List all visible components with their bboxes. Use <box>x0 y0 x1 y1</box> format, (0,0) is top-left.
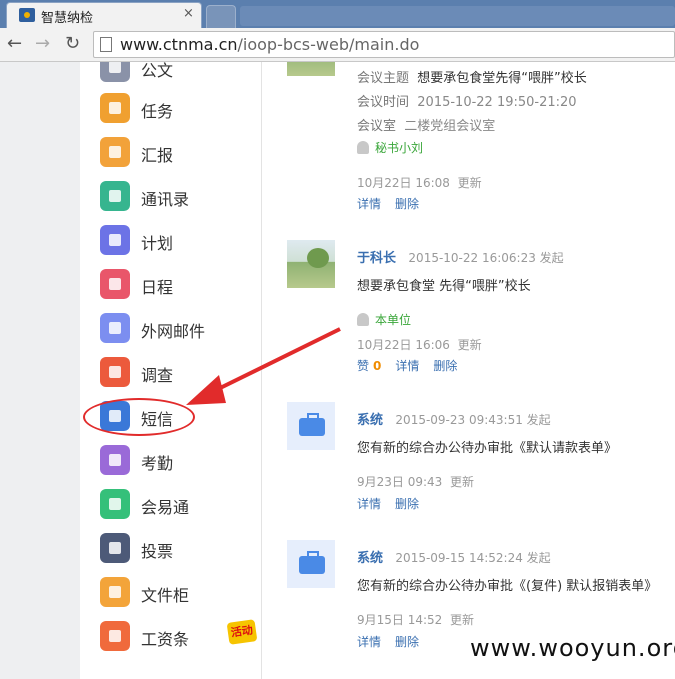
update-label: 更新 <box>457 176 482 190</box>
url-text[interactable]: www.ctnma.cn/ioop-bcs-web/main.do <box>120 35 419 54</box>
post-time: 2015-10-22 16:06:23 发起 <box>408 251 564 265</box>
update-time: 9月15日 14:52 <box>357 613 443 627</box>
action-row: 详情 删除 <box>357 633 433 650</box>
update-label: 更新 <box>449 613 474 627</box>
user-avatar <box>287 62 335 76</box>
action-row: 详情 删除 <box>357 195 433 212</box>
delete-link[interactable]: 删除 <box>395 197 419 211</box>
visibility-row: 秘书小刘 <box>357 139 423 156</box>
briefcase-icon <box>299 551 325 574</box>
room-label: 会议室 <box>357 119 397 134</box>
tab-title: 智慧纳检 <box>41 11 94 26</box>
post-time: 2015-09-23 09:43:51 发起 <box>395 413 551 427</box>
action-row: 赞 0 详情 删除 <box>357 357 471 374</box>
address-bar[interactable]: www.ctnma.cn/ioop-bcs-web/main.do <box>93 31 675 58</box>
meeting-room-row: 会议室 二楼党组会议室 <box>357 115 495 134</box>
post-header: 系统 2015-09-23 09:43:51 发起 <box>357 409 551 428</box>
new-tab-button[interactable] <box>206 5 236 28</box>
time-label: 会议时间 <box>357 95 410 110</box>
active-tab[interactable]: 智慧纳检 × <box>6 2 202 28</box>
post-time: 2015-09-15 14:52:24 发起 <box>395 551 551 565</box>
page-content: 公文 任务 汇报 通讯录 计划 日程 外网邮件 调查 短信 考勤 会易通 投票 … <box>0 62 675 679</box>
back-arrow-icon[interactable]: ← <box>7 33 22 55</box>
post-header: 系统 2015-09-15 14:52:24 发起 <box>357 547 551 566</box>
reload-icon[interactable]: ↻ <box>65 33 80 55</box>
system-avatar <box>287 540 335 588</box>
post-content: 您有新的综合办公待办审批《(复件) 默认报销表单》 <box>357 579 658 594</box>
browser-toolbar: ← → ↻ www.ctnma.cn/ioop-bcs-web/main.do <box>0 28 675 62</box>
details-link[interactable]: 详情 <box>357 635 381 649</box>
update-label: 更新 <box>449 475 474 489</box>
briefcase-icon <box>299 413 325 436</box>
blurred-tab-area <box>240 6 675 26</box>
topic-value: 想要承包食堂先得“喂胖”校长 <box>417 71 587 86</box>
visibility-scope[interactable]: 秘书小刘 <box>375 141 423 155</box>
site-favicon-icon <box>19 8 35 22</box>
update-row: 9月23日 09:43 更新 <box>357 473 474 490</box>
update-time: 10月22日 16:06 <box>357 338 450 352</box>
author-name[interactable]: 系统 <box>357 551 383 566</box>
meeting-time-row: 会议时间 2015-10-22 19:50-21:20 <box>357 91 577 110</box>
topic-label: 会议主题 <box>357 71 410 86</box>
details-link[interactable]: 详情 <box>395 359 419 373</box>
tab-close-icon[interactable]: × <box>183 6 194 21</box>
meeting-topic-row: 会议主题 想要承包食堂先得“喂胖”校长 <box>357 67 587 86</box>
person-icon <box>357 313 369 326</box>
person-icon <box>357 141 369 154</box>
visibility-row: 本单位 <box>357 311 411 328</box>
update-time: 9月23日 09:43 <box>357 475 443 489</box>
update-time: 10月22日 16:08 <box>357 176 450 190</box>
delete-link[interactable]: 删除 <box>433 359 457 373</box>
action-row: 详情 删除 <box>357 495 433 512</box>
activity-feed: 会议主题 想要承包食堂先得“喂胖”校长 会议时间 2015-10-22 19:5… <box>263 62 675 679</box>
update-row: 10月22日 16:08 更新 <box>357 174 482 191</box>
post-header: 于科长 2015-10-22 16:06:23 发起 <box>357 247 564 266</box>
browser-tab-strip: 智慧纳检 × <box>0 0 675 28</box>
details-link[interactable]: 详情 <box>357 497 381 511</box>
update-row: 9月15日 14:52 更新 <box>357 611 474 628</box>
url-path: /ioop-bcs-web/main.do <box>237 35 420 54</box>
room-value: 二楼党组会议室 <box>404 119 496 134</box>
post-content: 想要承包食堂 先得“喂胖”校长 <box>357 279 531 294</box>
time-value: 2015-10-22 19:50-21:20 <box>417 95 577 110</box>
update-row: 10月22日 16:06 更新 <box>357 336 482 353</box>
update-label: 更新 <box>457 338 482 352</box>
page-icon <box>100 37 112 52</box>
author-name[interactable]: 于科长 <box>357 251 396 266</box>
system-avatar <box>287 402 335 450</box>
delete-link[interactable]: 删除 <box>395 497 419 511</box>
forward-arrow-icon[interactable]: → <box>35 33 50 55</box>
user-avatar <box>287 240 335 288</box>
visibility-scope[interactable]: 本单位 <box>375 313 411 327</box>
post-content: 您有新的综合办公待办审批《默认请款表单》 <box>357 441 618 456</box>
like-button[interactable]: 赞 <box>357 359 369 373</box>
details-link[interactable]: 详情 <box>357 197 381 211</box>
arrow-head <box>186 375 226 405</box>
like-count: 0 <box>373 359 382 373</box>
delete-link[interactable]: 删除 <box>395 635 419 649</box>
watermark: www.wooyun.org <box>470 634 675 662</box>
author-name[interactable]: 系统 <box>357 413 383 428</box>
url-domain: www.ctnma.cn <box>120 35 238 54</box>
